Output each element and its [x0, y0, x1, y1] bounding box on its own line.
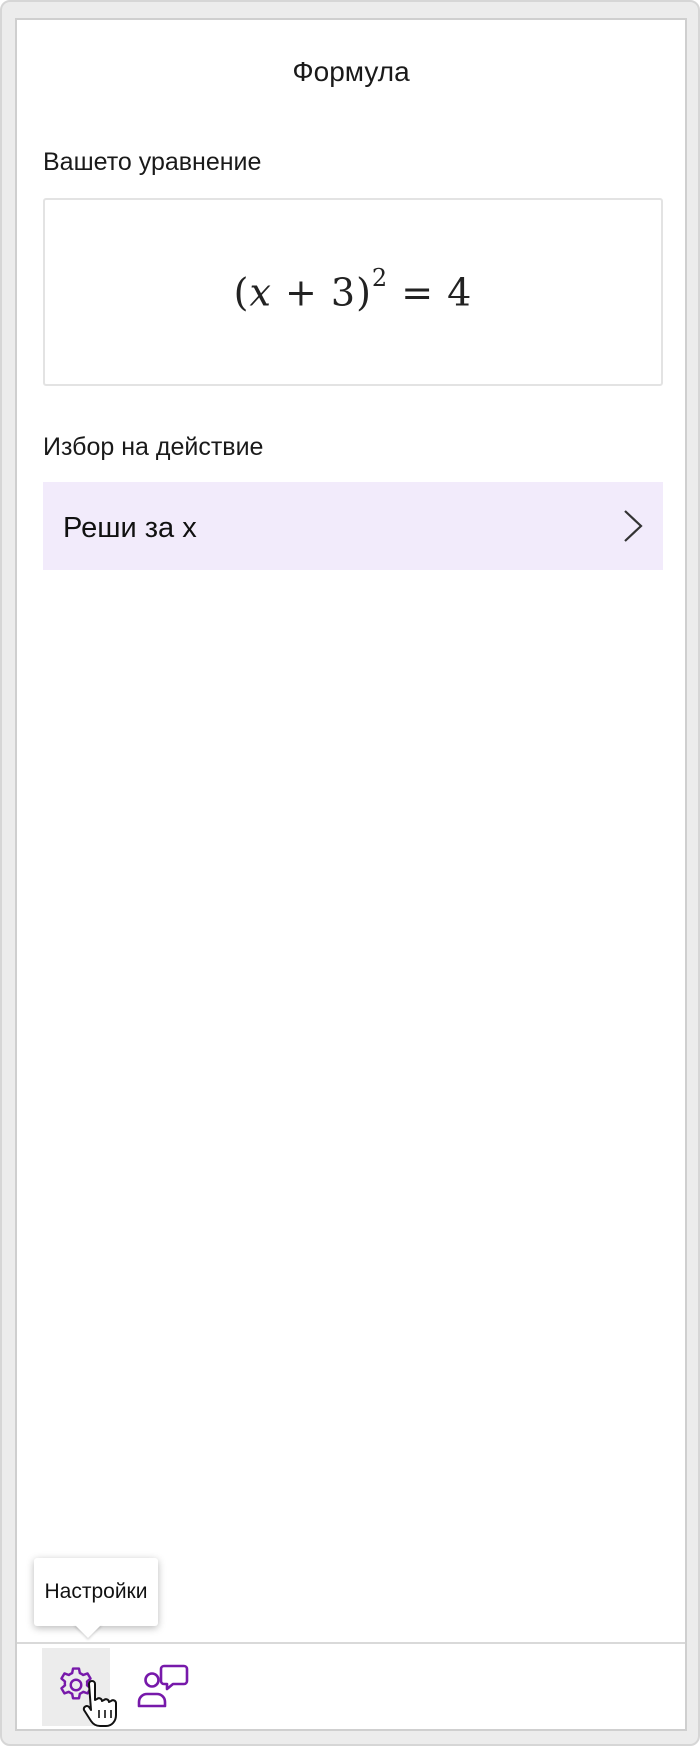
action-label: Реши за x	[63, 512, 197, 544]
equation-plus-term: + 3	[271, 270, 357, 315]
equation-display: (x + 3)2 = 4	[45, 264, 661, 315]
action-section-label: Избор на действие	[43, 433, 264, 461]
app-frame: Формула Вашето уравнение (x + 3)2 = 4 Из…	[0, 0, 700, 1746]
bottom-divider	[17, 1642, 685, 1644]
equation-variable: x	[249, 270, 272, 315]
pane-title: Формула	[292, 56, 410, 87]
equation-box: (x + 3)2 = 4	[43, 198, 663, 386]
equation-section-label: Вашето уравнение	[43, 148, 262, 176]
chevron-right-icon	[624, 510, 643, 542]
feedback-button[interactable]	[135, 1660, 191, 1716]
feedback-icon	[137, 1664, 189, 1708]
gear-icon	[60, 1667, 92, 1700]
tooltip-text: Настройки	[44, 1580, 148, 1603]
solve-for-x-action[interactable]: Реши за x	[43, 482, 663, 570]
settings-button[interactable]	[42, 1648, 110, 1726]
equation-exponent: 2	[371, 264, 389, 292]
equation-close-paren: )	[356, 270, 372, 315]
math-pane: Формула Вашето уравнение (x + 3)2 = 4 Из…	[15, 18, 687, 1731]
equation-rhs: = 4	[388, 270, 473, 315]
equation-open-paren: (	[233, 270, 250, 315]
tooltip-arrow	[74, 1624, 102, 1638]
settings-tooltip: Настройки	[34, 1558, 158, 1638]
